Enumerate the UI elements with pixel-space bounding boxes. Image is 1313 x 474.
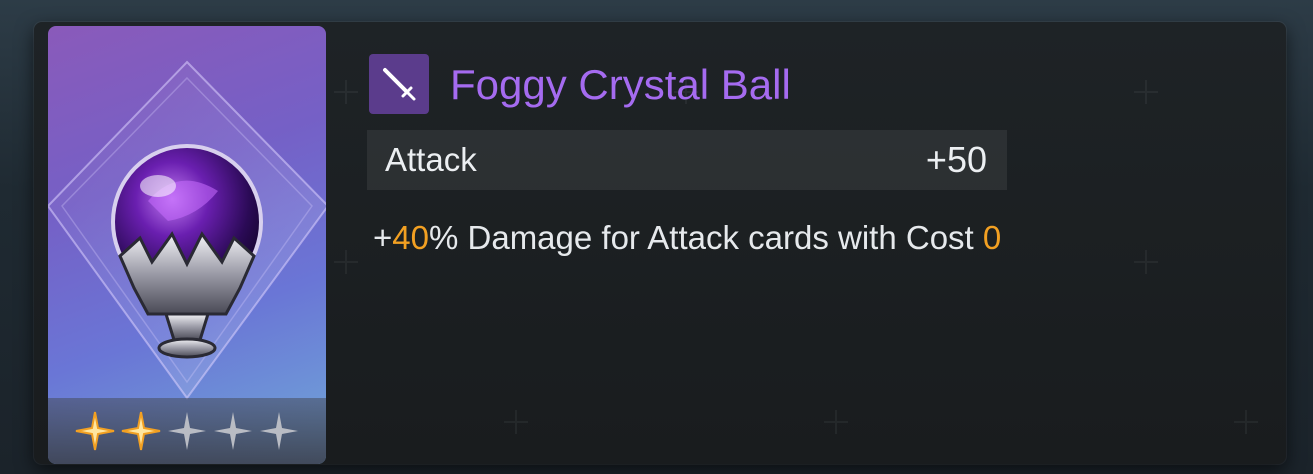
item-tooltip-panel: Foggy Crystal Ball Attack +50 +40% Damag…	[34, 22, 1286, 464]
effect-cost: 0	[982, 219, 1002, 256]
star-filled-icon	[121, 411, 161, 451]
stat-row-attack: Attack +50	[367, 130, 1007, 190]
item-name: Foggy Crystal Ball	[450, 61, 791, 108]
star-filled-icon	[75, 411, 115, 451]
effect-prefix: +	[373, 219, 393, 256]
item-type-badge	[369, 54, 429, 114]
star-empty-icon	[214, 412, 252, 450]
star-empty-icon	[260, 412, 298, 450]
effect-description: +40% Damage for Attack cards with Cost 0	[373, 212, 1001, 264]
stat-label: Attack	[385, 141, 477, 178]
effect-text: % Damage for Attack cards with Cost	[429, 219, 983, 256]
stat-value: +50	[925, 139, 987, 180]
sword-icon	[383, 68, 416, 101]
item-card[interactable]	[48, 26, 326, 464]
rarity-stars	[48, 398, 326, 464]
effect-amount: 40	[392, 219, 429, 256]
star-empty-icon	[168, 412, 206, 450]
